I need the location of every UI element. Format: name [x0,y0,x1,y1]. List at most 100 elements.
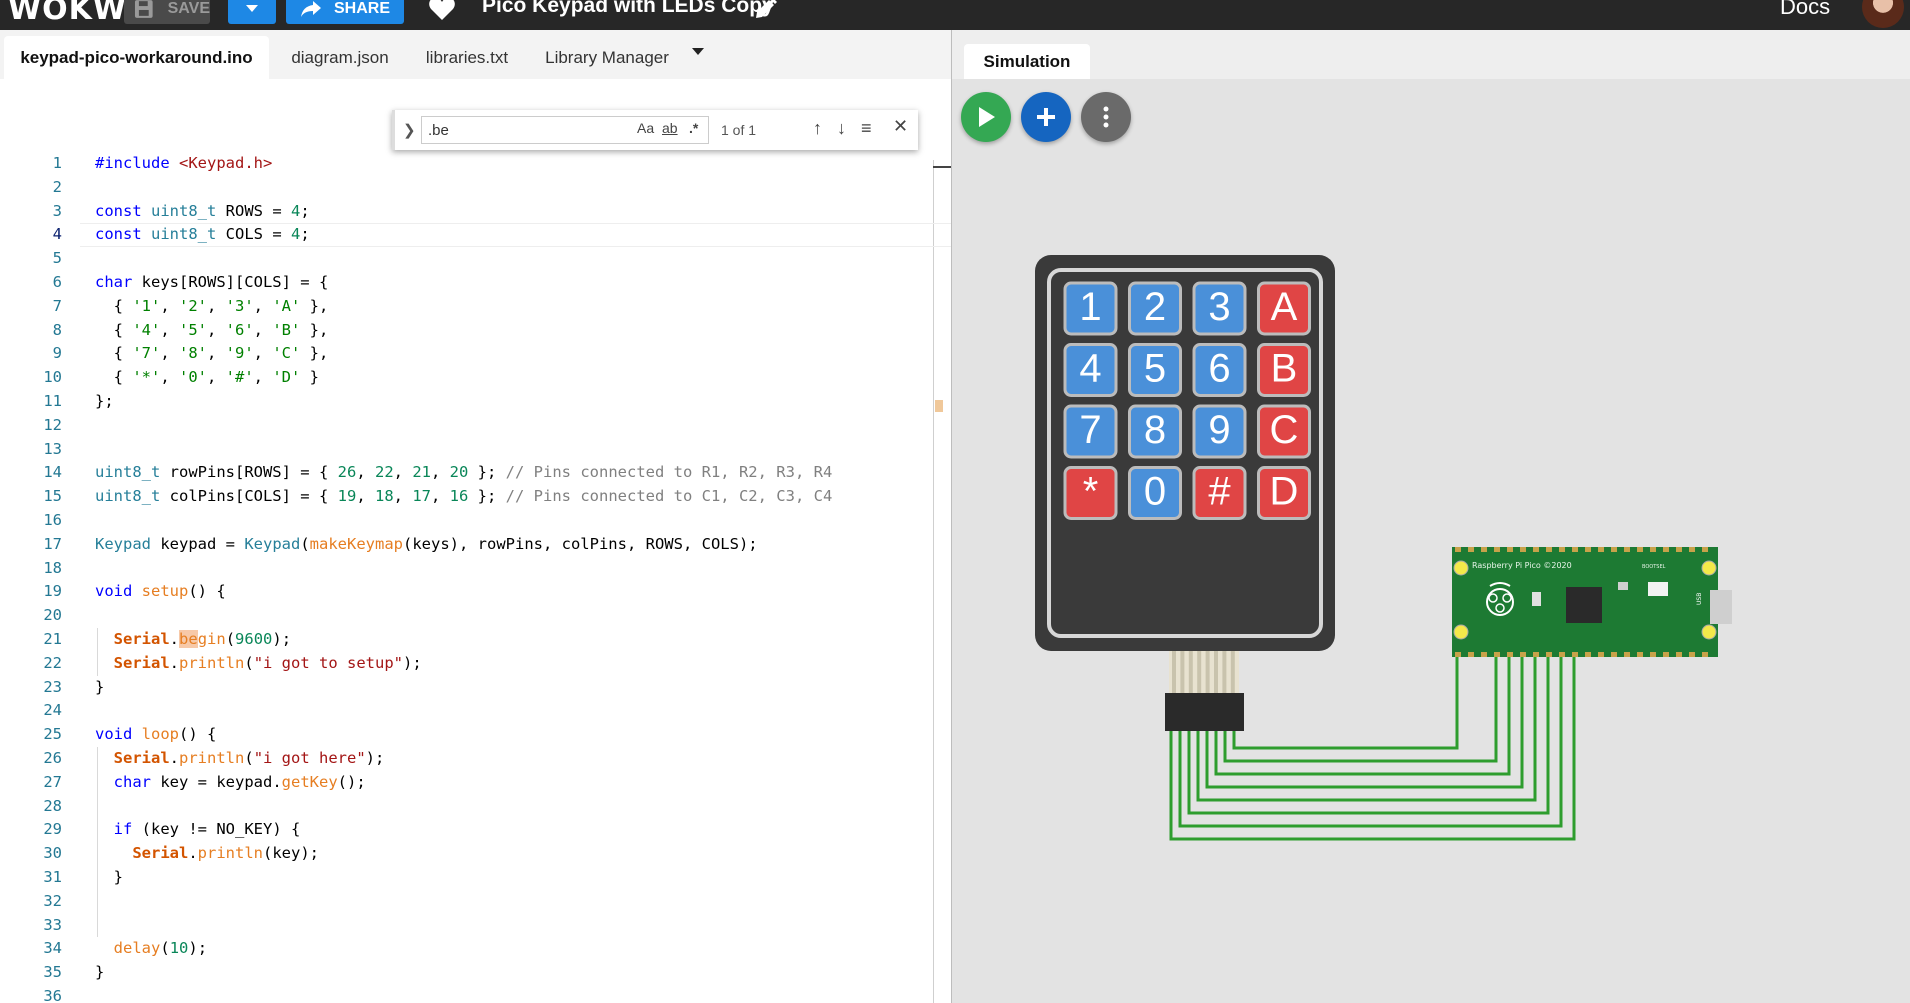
code-line[interactable]: 26 Serial.println("i got here"); [0,747,951,771]
code-line[interactable]: 25 void loop() { [0,723,951,747]
keypad-key[interactable]: B [1257,343,1311,397]
code-line-text: #include <Keypad.h> [95,154,273,172]
keypad-key[interactable]: 3 [1192,281,1247,336]
code-line[interactable]: 13 [0,438,951,462]
code-line[interactable]: 5 [0,247,951,271]
keypad-key[interactable]: 6 [1192,343,1247,397]
keypad-key[interactable]: * [1063,466,1118,520]
line-number: 13 [43,439,62,458]
code-line[interactable]: 16 [0,509,951,533]
project-title[interactable]: Pico Keypad with LEDs Copy [482,0,774,18]
bootsel-button[interactable] [1648,582,1668,596]
code-line[interactable]: 28 [0,795,951,819]
wire[interactable] [1232,657,1459,750]
code-line[interactable]: 30 Serial.println(key); [0,842,951,866]
code-line[interactable]: 14 uint8_t rowPins[ROWS] = { 26, 22, 21, … [0,461,951,485]
match-case-toggle[interactable]: Aa [637,120,654,136]
code-line-text: void loop() { [95,725,217,744]
tab-library-manager[interactable]: Library Manager [534,36,680,79]
code-line-text: char key = keypad.getKey(); [113,772,366,791]
code-line[interactable]: 23} [0,676,951,700]
code-line[interactable]: 15 uint8_t colPins[COLS] = { 19, 18, 17, … [0,485,951,509]
code-line[interactable]: 17 Keypad keypad = Keypad(makeKeymap(keys… [0,533,951,557]
heart-icon[interactable] [428,0,456,22]
wokwi-logo[interactable]: WOKWI [8,0,139,27]
code-line[interactable]: 21 Serial.begin(9600); [0,628,951,652]
membrane-keypad[interactable]: 1 2 3 A 4 5 6 B 7 8 9 C * 0 # D [1035,255,1335,731]
close-find-icon[interactable]: ✕ [893,116,908,137]
whole-word-toggle[interactable]: ab [662,120,678,136]
keypad-key[interactable]: D [1257,466,1311,520]
keypad-key[interactable]: 7 [1063,404,1118,459]
keypad-key[interactable]: C [1257,404,1311,459]
wire[interactable] [1187,657,1550,815]
wire[interactable] [1205,657,1524,789]
line-number: 35 [43,963,62,982]
code-line[interactable]: 31 } [0,866,951,890]
toggle-replace-chevron-icon[interactable]: ❯ [403,121,416,139]
keypad-key[interactable]: 1 [1063,281,1118,336]
keypad-key[interactable]: 0 [1128,466,1182,520]
code-line[interactable]: 32 [0,890,951,914]
keypad-key[interactable]: # [1192,466,1247,520]
mount-hole-tr [1701,560,1717,576]
keypad-key-label: 3 [1208,285,1230,329]
find-in-selection-icon[interactable]: ≡ [861,118,872,139]
code-line[interactable]: 35} [0,961,951,985]
next-match-arrow-down-icon[interactable]: ↓ [837,118,846,139]
code-line[interactable]: 2 [0,176,951,200]
raspberry-pi-pico[interactable]: Raspberry Pi Pico ©2020 BOOTSEL USB [1452,547,1732,657]
code-line[interactable]: 4 const uint8_t COLS = 4; [0,223,951,247]
keypad-key[interactable]: A [1257,281,1311,336]
regex-toggle[interactable]: .* [689,120,698,136]
mount-hole-tl [1453,560,1469,576]
line-number: 29 [43,820,62,839]
share-button[interactable]: SHARE [286,0,404,24]
line-number: 24 [43,701,62,720]
wire[interactable] [1214,657,1511,776]
tab-libraries-txt[interactable]: libraries.txt [412,36,522,79]
code-line[interactable]: 24 [0,699,951,723]
code-line[interactable]: 20 [0,604,951,628]
code-line[interactable]: 10 { '*', '0', '#', 'D' } [0,366,951,390]
code-line[interactable]: 9 { '7', '8', '9', 'C' }, [0,342,951,366]
save-button[interactable]: SAVE [124,0,210,24]
wire[interactable] [1196,657,1537,802]
keypad-key[interactable]: 2 [1128,281,1182,336]
keypad-key[interactable]: 5 [1128,343,1182,397]
keypad-key[interactable]: 9 [1192,404,1247,459]
code-line[interactable]: 19 void setup() { [0,580,951,604]
keypad-key[interactable]: 8 [1128,404,1182,459]
keypad-key-label: 0 [1144,470,1166,514]
user-avatar[interactable] [1862,0,1904,28]
wire[interactable] [1223,657,1498,763]
keypad-key[interactable]: 4 [1063,343,1118,397]
code-line[interactable]: 8 { '4', '5', '6', 'B' }, [0,319,951,343]
code-line[interactable]: 33 [0,914,951,938]
code-line[interactable]: 12 [0,414,951,438]
code-line-text: Serial.println("i got here"); [113,748,385,767]
code-line[interactable]: 27 char key = keypad.getKey(); [0,771,951,795]
circuit-canvas[interactable]: 1 2 3 A 4 5 6 B 7 8 9 C * 0 # D Raspberry Pi Pico ©2020… [952,60,1910,1000]
code-line-text: Serial.begin(9600); [113,629,292,648]
code-line[interactable]: 1 #include <Keypad.h> [0,152,951,176]
code-line[interactable]: 11}; [0,390,951,414]
code-line[interactable]: 29 if (key != NO_KEY) { [0,818,951,842]
code-line[interactable]: 7 { '1', '2', '3', 'A' }, [0,295,951,319]
code-line[interactable]: 3 const uint8_t ROWS = 4; [0,200,951,224]
pencil-edit-icon[interactable] [752,0,778,22]
code-line[interactable]: 6 char keys[ROWS][COLS] = { [0,271,951,295]
code-editor[interactable]: 1 #include <Keypad.h> 2 3 const uint8_t ROWS… [0,152,951,1003]
tabs-dropdown-icon[interactable] [692,48,704,55]
code-line[interactable]: 36 [0,985,951,1003]
keypad-key-label: 1 [1079,285,1101,329]
previous-match-arrow-up-icon[interactable]: ↑ [813,118,822,139]
save-options-dropdown[interactable] [228,0,276,24]
code-line[interactable]: 22 Serial.println("i got to setup"); [0,652,951,676]
tab-keypad-pico-workaround-ino[interactable]: keypad-pico-workaround.ino [4,36,269,79]
rp2040-chip [1566,587,1602,623]
code-line[interactable]: 34 delay(10); [0,937,951,961]
tab-diagram-json[interactable]: diagram.json [279,36,401,79]
code-line[interactable]: 18 [0,557,951,581]
docs-link[interactable]: Docs [1780,0,1830,20]
